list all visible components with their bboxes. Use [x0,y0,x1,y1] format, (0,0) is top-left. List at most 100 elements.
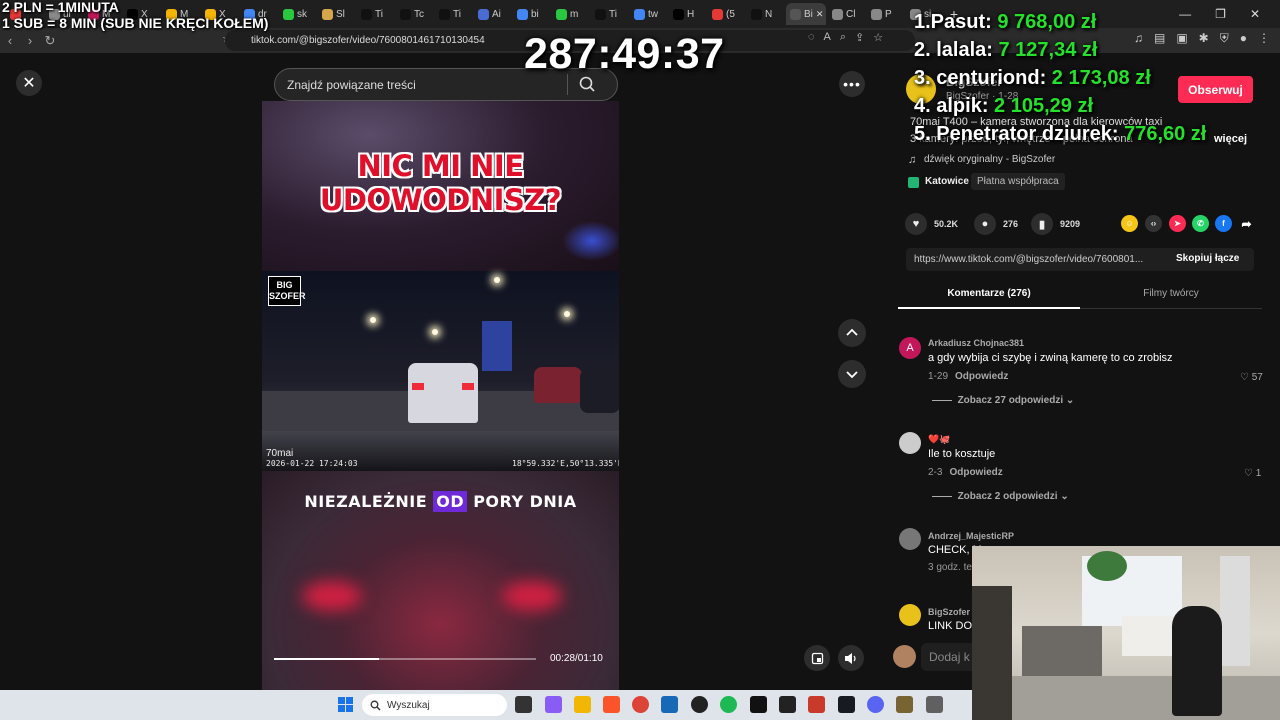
channel-logo: BIG SZOFER [268,276,306,306]
more-options-button[interactable]: ••• [839,71,865,97]
pip-icon [811,652,823,664]
leaderboard-name: 2. lalala: [914,39,993,61]
browser-tab[interactable]: Ti [357,3,394,25]
coin-share-icon[interactable]: ☺ [1121,215,1138,232]
music-note-icon: ♫ [908,154,917,166]
tab-label: P [885,8,892,20]
save-stat[interactable]: ▮ 9209 [1031,213,1080,235]
taskbar-search[interactable]: Wyszukaj [362,694,507,716]
location-link[interactable]: Katowice [925,176,969,187]
volume-button[interactable] [838,645,864,671]
reply-link[interactable]: Odpowiedz [949,467,1002,478]
shield-icon[interactable]: ⛨ [1220,31,1229,46]
tab-favicon-icon [361,8,372,20]
progress-bar[interactable] [274,658,536,660]
embed-icon[interactable]: ‹› [1145,215,1162,232]
whatsapp-icon[interactable]: ✆ [1192,215,1209,232]
comment-username[interactable]: BigSzofer [928,607,970,617]
tab-creator-videos[interactable]: Filmy twórcy [1080,281,1262,309]
browser-tab[interactable]: Bi ✕ [786,3,826,25]
forward-icon[interactable]: › [20,33,40,48]
close-tab-icon[interactable]: ✕ [816,9,824,20]
comment-stat[interactable]: ● 276 [974,213,1018,235]
reload-icon[interactable]: ↻ [40,33,60,49]
close-video-button[interactable]: ✕ [16,70,42,96]
profile-icon[interactable]: ● [1240,31,1247,46]
tab-label: tw [648,8,658,20]
sound-link[interactable]: dźwięk oryginalny - BigSzofer [924,154,1055,165]
browser-tab[interactable]: sk [279,3,316,25]
browser-tab[interactable]: P [867,3,904,25]
browser-tab[interactable]: Ti [591,3,628,25]
windows-start-icon[interactable] [338,697,353,712]
task-view-icon[interactable] [515,696,532,713]
like-stat[interactable]: ♥ 50.2K [905,213,958,235]
share-arrow-icon[interactable]: ➦ [1238,215,1255,232]
restore-icon[interactable]: ❐ [1215,7,1226,21]
share-icon[interactable]: ⇪ [855,31,864,44]
tab-label: Ti [453,8,461,20]
avatar[interactable]: A [899,337,921,359]
browser-tab[interactable]: Ti [435,3,472,25]
browser-tab[interactable]: N [747,3,784,25]
settings-icon[interactable] [926,696,943,713]
video-player[interactable]: NIC MI NIE UDOWODNISZ? BIG SZOFER 70mai … [262,101,619,690]
chevron-down-icon [846,371,858,379]
view-replies[interactable]: —— Zobacz 2 odpowiedzi ⌄ [932,491,1069,502]
browser-tab[interactable]: Tc [396,3,433,25]
facebook-icon[interactable]: f [1215,215,1232,232]
view-replies-label: Zobacz 27 odpowiedzi [957,395,1064,406]
brave-active-icon[interactable] [808,696,825,713]
description-more-link[interactable]: więcej [1214,133,1247,145]
comment-like[interactable]: ♡ 57 [1240,372,1263,383]
back-icon[interactable]: ‹ [0,33,20,48]
browser-tab[interactable]: Ai [474,3,511,25]
comment-username[interactable]: ❤️🐙 [928,434,950,445]
menu-icon[interactable]: ⋮ [1258,31,1270,46]
comment-username[interactable]: Arkadiusz Chojnac381 [928,338,1024,348]
translate-icon[interactable]: A [824,31,831,44]
copy-link-button[interactable]: Skopiuj łącze [1176,253,1239,264]
tab-favicon-icon [712,8,723,20]
browser-tab[interactable]: tw [630,3,667,25]
obs-icon[interactable] [691,696,708,713]
terminal-icon[interactable] [750,696,767,713]
browser-tab[interactable]: Sl [318,3,355,25]
leaderboard-row: 1.Pasut: 9 768,00 zł [914,8,1206,36]
picture-in-picture-button[interactable] [804,645,830,671]
browser-tab[interactable]: (5 [708,3,745,25]
browser-tab[interactable]: H [669,3,706,25]
tab-label: N [765,8,773,20]
browser-tab[interactable]: m [552,3,589,25]
reply-link[interactable]: Odpowiedz [955,371,1008,382]
browser-tab[interactable]: bi [513,3,550,25]
comment-like[interactable]: ♡ 1 [1244,468,1261,479]
previous-video-button[interactable] [838,319,866,347]
send-icon[interactable]: ➤ [1169,215,1186,232]
dashcam-scene [262,271,619,471]
eye-off-icon[interactable]: ◌ [808,31,815,44]
browser-tab[interactable]: Cl [828,3,865,25]
brave-icon[interactable] [603,696,620,713]
avatar[interactable] [899,432,921,454]
file-explorer-icon[interactable] [574,696,591,713]
tab-favicon-icon [283,8,294,20]
next-video-button[interactable] [838,360,866,388]
close-window-icon[interactable]: ✕ [1250,7,1260,21]
spotify-icon[interactable] [720,696,737,713]
chrome-icon[interactable] [632,696,649,713]
tab-comments[interactable]: Komentarze (276) [898,281,1080,309]
comment-meta: 1-29 Odpowiedz [928,371,1008,382]
zoom-icon[interactable]: ⌕ [840,31,846,44]
comment-username[interactable]: Andrzej_MajesticRP [928,531,1014,541]
copilot-icon[interactable] [545,696,562,713]
view-replies[interactable]: —— Zobacz 27 odpowiedzi ⌄ [932,395,1074,406]
avatar[interactable] [899,528,921,550]
avatar[interactable] [899,604,921,626]
app-icon[interactable] [779,696,796,713]
steam-icon[interactable] [838,696,855,713]
star-icon[interactable]: ☆ [873,31,883,44]
app-active-icon[interactable] [896,696,913,713]
discord-icon[interactable] [867,696,884,713]
store-icon[interactable] [661,696,678,713]
